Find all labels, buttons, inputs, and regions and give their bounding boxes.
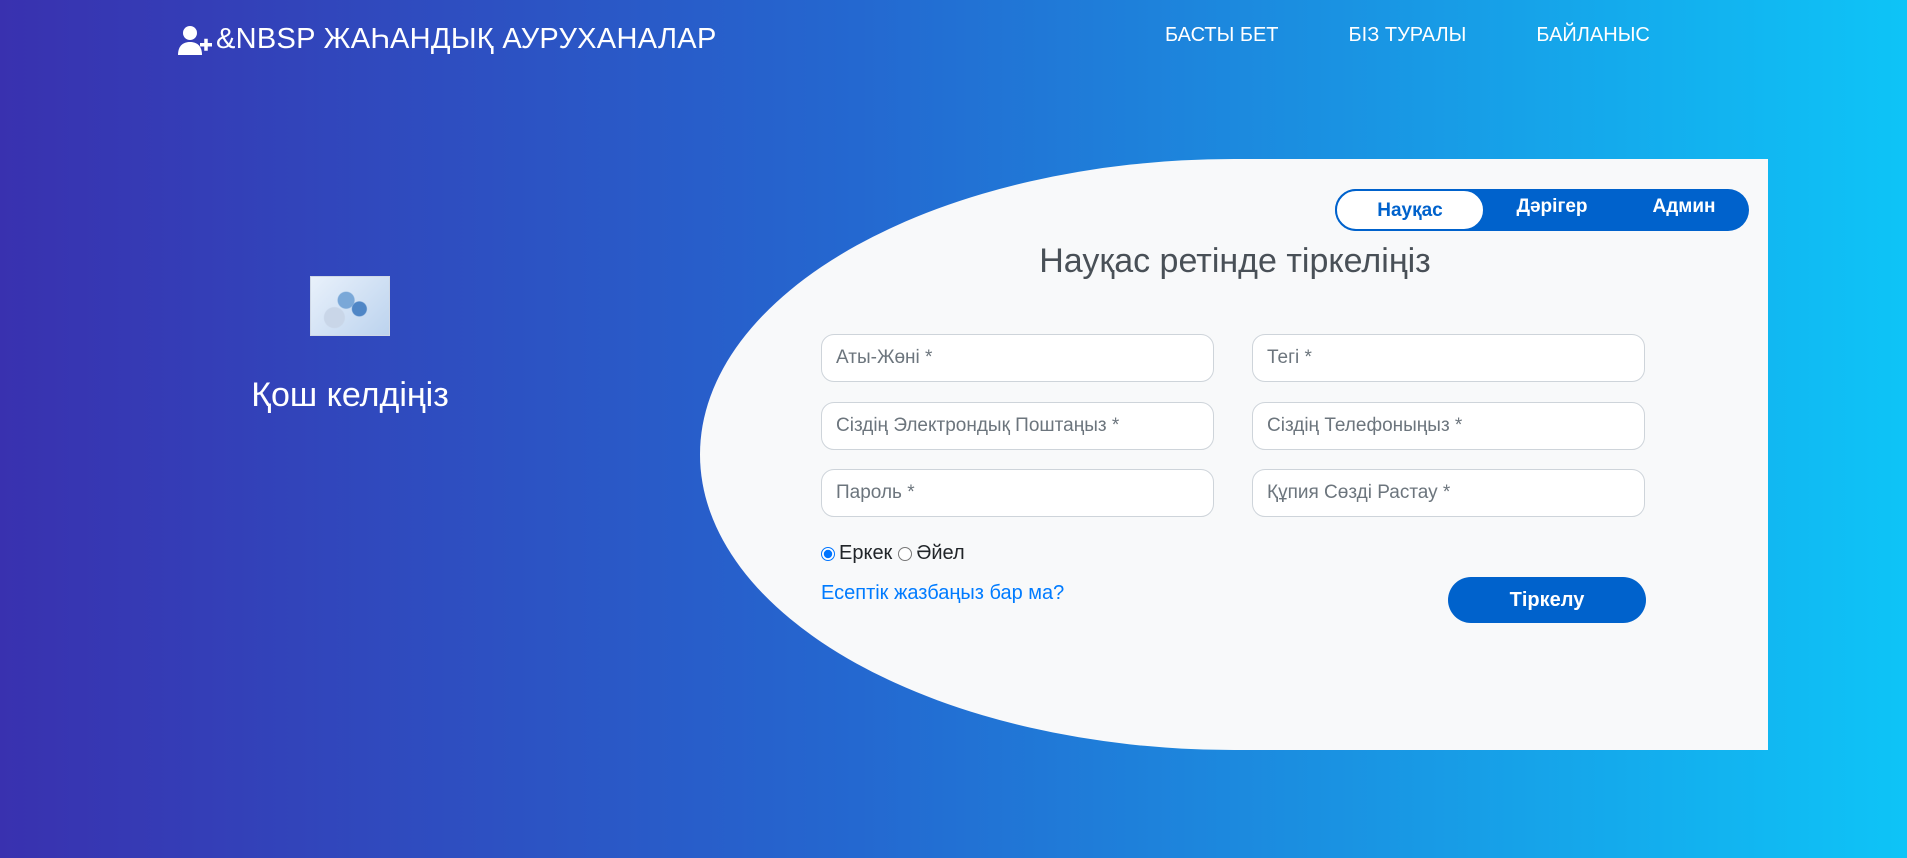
- gender-female-radio[interactable]: [898, 546, 913, 561]
- gender-male-radio[interactable]: [821, 546, 835, 561]
- tab-patient[interactable]: Науқас: [1335, 189, 1485, 231]
- register-button[interactable]: Тіркелу: [1448, 577, 1646, 623]
- phone-input[interactable]: [1252, 402, 1645, 450]
- confirm-password-input[interactable]: [1252, 469, 1645, 517]
- nav-about-link[interactable]: БІЗ ТУРАЛЫ: [1349, 24, 1467, 47]
- welcome-image: [310, 276, 390, 336]
- role-toggle: Науқас Дәрігер Админ: [1335, 189, 1749, 231]
- user-plus-icon: [178, 25, 212, 55]
- form-heading: Науқас ретінде тіркеліңіз: [1039, 242, 1431, 280]
- brand[interactable]: &NBSP ЖАҺАНДЫҚ АУРУХАНАЛАР: [178, 23, 717, 56]
- email-input[interactable]: [821, 402, 1214, 450]
- gender-female-label: Әйел: [916, 542, 965, 564]
- nav-home-link[interactable]: БАСТЫ БЕТ: [1165, 24, 1279, 47]
- nav-contact-link[interactable]: БАЙЛАНЫС: [1536, 24, 1649, 47]
- tab-admin[interactable]: Админ: [1619, 187, 1749, 229]
- last-name-input[interactable]: [1252, 334, 1645, 382]
- nav-links: БАСТЫ БЕТ БІЗ ТУРАЛЫ БАЙЛАНЫС: [1165, 24, 1650, 47]
- tab-doctor[interactable]: Дәрігер: [1485, 187, 1619, 229]
- have-account-link[interactable]: Есептік жазбаңыз бар ма?: [821, 582, 1064, 605]
- password-input[interactable]: [821, 469, 1214, 517]
- gender-male-label: Еркек: [839, 542, 893, 564]
- first-name-input[interactable]: [821, 334, 1214, 382]
- brand-title: &NBSP ЖАҺАНДЫҚ АУРУХАНАЛАР: [216, 23, 717, 55]
- navbar: &NBSP ЖАҺАНДЫҚ АУРУХАНАЛАР БАСТЫ БЕТ БІЗ…: [0, 0, 1907, 85]
- gender-group: Еркек Әйел: [821, 542, 971, 565]
- welcome-panel: Қош келдіңіз: [185, 270, 515, 415]
- welcome-title: Қош келдіңіз: [251, 376, 449, 414]
